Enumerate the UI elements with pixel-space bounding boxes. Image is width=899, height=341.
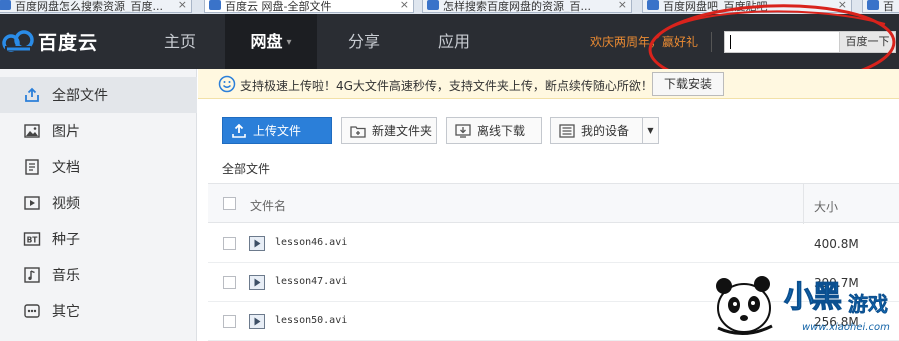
tab-favicon-icon bbox=[209, 0, 221, 10]
nav-home-label: 主页 bbox=[163, 32, 196, 51]
picture-icon bbox=[22, 121, 42, 141]
tab-favicon-icon bbox=[0, 0, 11, 10]
panda-mascot-icon bbox=[716, 276, 773, 335]
sidebar-item-all-files[interactable]: 全部文件 bbox=[0, 77, 197, 113]
watermark-url: www.xiaohei.com bbox=[802, 322, 890, 333]
watermark-brand-small: 游戏 bbox=[848, 292, 889, 317]
new-folder-icon bbox=[350, 125, 366, 138]
column-header-size[interactable]: 大小 bbox=[814, 198, 838, 215]
file-size: 400.8M bbox=[814, 237, 859, 251]
smile-icon bbox=[218, 75, 236, 93]
tab-close-icon[interactable]: × bbox=[178, 0, 187, 11]
offline-download-icon bbox=[455, 123, 471, 138]
sidebar-item-label: 种子 bbox=[52, 232, 80, 248]
breadcrumb[interactable]: 全部文件 bbox=[222, 160, 270, 177]
nav-home[interactable]: 主页 bbox=[144, 14, 216, 69]
select-all-checkbox[interactable] bbox=[223, 197, 236, 210]
table-row[interactable]: lesson46.avi 400.8M bbox=[208, 224, 899, 263]
bt-icon: BT bbox=[22, 229, 42, 249]
column-header-name[interactable]: 文件名 bbox=[250, 197, 286, 214]
cloud-logo-icon bbox=[2, 28, 34, 54]
tab-favicon-icon bbox=[427, 0, 439, 10]
nav-share-label: 分享 bbox=[347, 32, 380, 51]
video-file-icon bbox=[249, 314, 265, 329]
sidebar-item-label: 图片 bbox=[52, 124, 80, 140]
document-icon bbox=[22, 157, 42, 177]
browser-tab-label: 百度网盘怎么搜索资源_百度... bbox=[15, 0, 163, 13]
xiaohei-watermark: 小黑 游戏 www.xiaohei.com bbox=[706, 268, 899, 341]
sidebar-item-music[interactable]: 音乐 bbox=[0, 257, 197, 293]
music-icon bbox=[22, 265, 42, 285]
browser-tab-label: 怎样搜索百度网盘的资源_百... bbox=[443, 0, 591, 13]
notice-text: 支持极速上传啦！4G大文件高速秒传，支持文件夹上传，断点续传随心所欲！ bbox=[240, 79, 653, 93]
upload-file-button[interactable]: 上传文件 bbox=[222, 117, 332, 144]
browser-tab-active[interactable]: 百度云 网盘-全部文件 × bbox=[204, 0, 414, 13]
chevron-down-icon[interactable]: ▼ bbox=[642, 117, 659, 144]
table-header: 文件名 大小 bbox=[208, 183, 899, 224]
tab-close-icon[interactable]: × bbox=[618, 0, 627, 11]
device-icon bbox=[559, 123, 575, 138]
sidebar-item-label: 视频 bbox=[52, 196, 80, 212]
my-devices-button[interactable]: 我的设备 bbox=[550, 117, 643, 144]
offline-download-button[interactable]: 离线下载 bbox=[446, 117, 542, 144]
sidebar-item-other[interactable]: 其它 bbox=[0, 293, 197, 329]
video-icon bbox=[22, 193, 42, 213]
baidu-cloud-logo[interactable]: 百度云 bbox=[2, 26, 98, 56]
notice-bar: 支持极速上传啦！4G大文件高速秒传，支持文件夹上传，断点续传随心所欲！ 下载安装 bbox=[198, 69, 899, 99]
tab-close-icon[interactable]: × bbox=[400, 0, 409, 11]
watermark-brand: 小黑 bbox=[784, 280, 843, 316]
nav-share[interactable]: 分享 bbox=[328, 14, 400, 69]
sidebar-item-label: 音乐 bbox=[52, 268, 80, 284]
nav-apps[interactable]: 应用 bbox=[418, 14, 490, 69]
sidebar-item-videos[interactable]: 视频 bbox=[0, 185, 197, 221]
sidebar-item-label: 文档 bbox=[52, 160, 80, 176]
all-files-icon bbox=[22, 85, 42, 105]
file-name[interactable]: lesson46.avi bbox=[275, 237, 347, 248]
file-name[interactable]: lesson47.avi bbox=[275, 276, 347, 287]
file-name[interactable]: lesson50.avi bbox=[275, 315, 347, 326]
upload-file-label: 上传文件 bbox=[253, 124, 302, 138]
file-toolbar: 上传文件 新建文件夹 离线下载 我的设备 ▼ bbox=[198, 112, 899, 146]
sidebar-item-pictures[interactable]: 图片 bbox=[0, 113, 197, 149]
nav-apps-label: 应用 bbox=[437, 32, 470, 51]
column-divider bbox=[803, 184, 804, 224]
upload-icon bbox=[232, 123, 246, 138]
offline-download-label: 离线下载 bbox=[477, 124, 526, 138]
browser-tab-label: 百度云 网盘-全部文件 bbox=[225, 0, 332, 13]
other-icon bbox=[22, 301, 42, 321]
new-folder-label: 新建文件夹 bbox=[372, 124, 433, 138]
sidebar-item-torrents[interactable]: BT 种子 bbox=[0, 221, 197, 257]
browser-tab[interactable]: 百度网盘怎么搜索资源_百度... × bbox=[0, 0, 192, 13]
download-install-button[interactable]: 下载安装 bbox=[652, 72, 724, 96]
nav-netdisk-label: 网盘 bbox=[250, 32, 283, 51]
sidebar-item-documents[interactable]: 文档 bbox=[0, 149, 197, 185]
nav-netdisk[interactable]: 网盘 ▾ bbox=[225, 14, 317, 69]
video-file-icon bbox=[249, 236, 265, 251]
video-file-icon bbox=[249, 275, 265, 290]
row-checkbox[interactable] bbox=[223, 276, 236, 289]
logo-text: 百度云 bbox=[38, 31, 99, 54]
my-devices-label: 我的设备 bbox=[581, 124, 630, 138]
new-folder-button[interactable]: 新建文件夹 bbox=[341, 117, 437, 144]
browser-tab[interactable]: 怎样搜索百度网盘的资源_百... × bbox=[422, 0, 632, 13]
svg-text:BT: BT bbox=[27, 236, 39, 245]
sidebar-item-label: 全部文件 bbox=[52, 88, 108, 104]
sidebar: 全部文件 图片 文档 视频 BT 种子 音乐 其它 bbox=[0, 69, 197, 341]
row-checkbox[interactable] bbox=[223, 315, 236, 328]
chevron-down-icon: ▾ bbox=[286, 37, 292, 48]
row-checkbox[interactable] bbox=[223, 237, 236, 250]
sidebar-item-label: 其它 bbox=[52, 304, 80, 320]
